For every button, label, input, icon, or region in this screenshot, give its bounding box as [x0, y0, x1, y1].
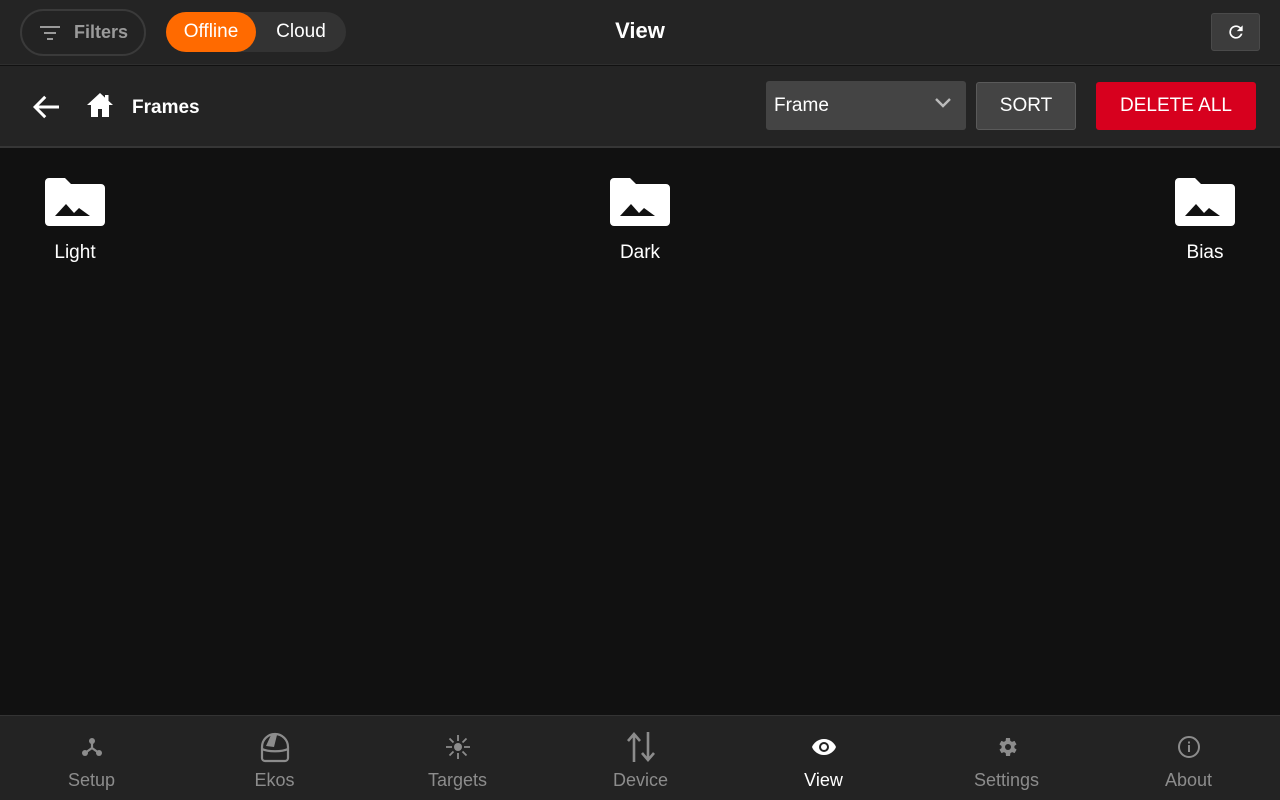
delete-all-button[interactable]: DELETE ALL: [1096, 82, 1256, 130]
nav-item-setup[interactable]: Setup: [0, 716, 183, 800]
nav-label: Device: [612, 770, 669, 790]
nav-item-settings[interactable]: Settings: [915, 716, 1098, 800]
top-bar: Filters Offline Cloud View: [0, 0, 1280, 65]
filters-label: Filters: [74, 22, 129, 42]
image-folder-icon: [1175, 178, 1235, 226]
device-icon: [626, 732, 655, 762]
bottom-nav: Setup Ekos Targets Device View Settings …: [0, 715, 1280, 800]
offline-cloud-toggle: Offline Cloud: [166, 12, 346, 52]
home-icon: [87, 93, 113, 117]
filters-button[interactable]: Filters: [20, 9, 146, 56]
filter-icon: [40, 25, 60, 40]
folder-label: Dark: [619, 242, 661, 263]
folder-item-bias[interactable]: Bias: [1145, 178, 1265, 264]
refresh-icon: [1228, 25, 1243, 39]
toggle-cloud[interactable]: Cloud: [256, 12, 346, 52]
page-title: View: [615, 18, 665, 43]
nav-label: View: [804, 770, 843, 790]
folder-label: Light: [54, 242, 96, 263]
sort-by-value: Frame: [774, 94, 829, 116]
image-folder-icon: [610, 178, 670, 226]
nav-label: Setup: [67, 770, 116, 790]
view-icon: [811, 739, 836, 755]
sort-button[interactable]: SORT: [976, 82, 1076, 130]
home-button[interactable]: [86, 92, 114, 120]
nav-label: About: [1164, 770, 1213, 790]
folder-grid: Light Dark Bias: [0, 150, 1280, 715]
nav-item-ekos[interactable]: Ekos: [183, 716, 366, 800]
arrow-left-icon: [33, 95, 59, 119]
back-button[interactable]: [30, 92, 62, 122]
breadcrumb: Frames: [132, 97, 200, 118]
chevron-down-icon: [935, 98, 951, 108]
folder-item-light[interactable]: Light: [15, 178, 135, 264]
setup-icon: [81, 738, 102, 756]
nav-label: Targets: [427, 770, 488, 790]
nav-label: Settings: [973, 770, 1040, 790]
toggle-offline[interactable]: Offline: [166, 12, 256, 52]
nav-item-device[interactable]: Device: [549, 716, 732, 800]
folder-label: Bias: [1186, 242, 1224, 263]
settings-icon: [998, 738, 1017, 756]
nav-item-targets[interactable]: Targets: [366, 716, 549, 800]
ekos-icon: [260, 732, 289, 763]
nav-item-view[interactable]: View: [732, 716, 915, 800]
about-icon: [1177, 736, 1200, 758]
image-folder-icon: [45, 178, 105, 226]
frames-toolbar: Frames Frame SORT DELETE ALL: [0, 66, 1280, 148]
folder-item-dark[interactable]: Dark: [580, 178, 700, 264]
nav-item-about[interactable]: About: [1097, 716, 1280, 800]
targets-icon: [445, 735, 470, 759]
nav-label: Ekos: [254, 770, 295, 790]
sort-by-select[interactable]: Frame: [766, 81, 966, 130]
refresh-button[interactable]: [1211, 13, 1260, 51]
